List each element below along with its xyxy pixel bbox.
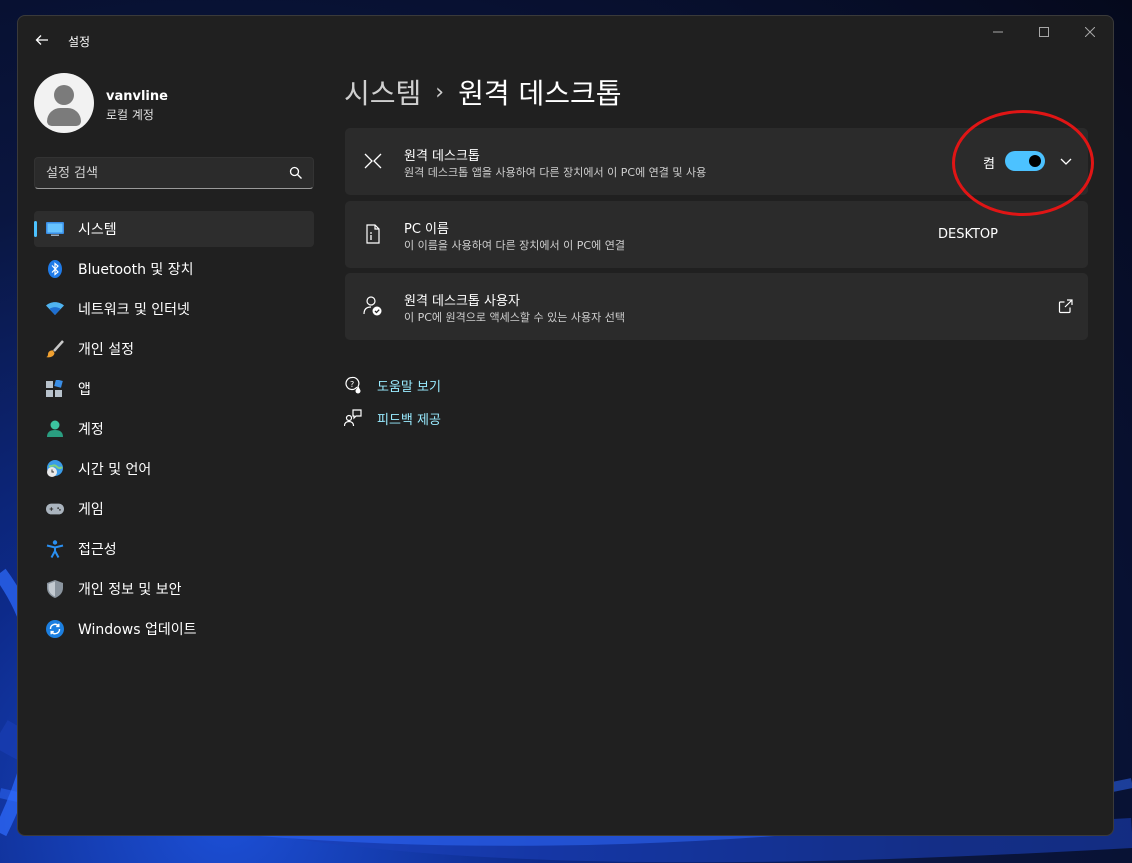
remote-users-description: 이 PC에 원격으로 액세스할 수 있는 사용자 선택 — [404, 311, 625, 324]
sidebar-item-system[interactable]: 시스템 — [34, 211, 314, 247]
maximize-button[interactable] — [1021, 16, 1067, 48]
search-input[interactable] — [35, 158, 313, 188]
feedback-icon — [344, 409, 362, 427]
maximize-icon — [1039, 27, 1049, 37]
toggle-knob — [1029, 155, 1041, 167]
update-icon — [46, 620, 64, 638]
breadcrumb-parent[interactable]: 시스템 — [344, 72, 421, 112]
pc-name-value: DESKTOP — [937, 227, 998, 242]
bluetooth-icon — [46, 260, 64, 278]
sidebar-item-label: 게임 — [78, 502, 104, 518]
shield-icon — [46, 580, 64, 598]
settings-window: 설정 vanvline 로컬 계정 시스템 Bluetooth 및 장치 — [17, 15, 1114, 836]
sidebar-item-accessibility[interactable]: 접근성 — [34, 531, 314, 567]
pc-info-icon — [366, 224, 380, 244]
chevron-down-icon[interactable] — [1056, 151, 1076, 171]
remote-users-title: 원격 데스크톱 사용자 — [404, 294, 520, 309]
feedback-link-label: 피드백 제공 — [377, 412, 441, 428]
sidebar-item-apps[interactable]: 앱 — [34, 371, 314, 407]
sidebar-item-label: 접근성 — [78, 542, 117, 558]
sidebar-item-bluetooth[interactable]: Bluetooth 및 장치 — [34, 251, 314, 287]
sidebar-item-personalization[interactable]: 개인 설정 — [34, 331, 314, 367]
close-icon — [1085, 27, 1095, 37]
remote-desktop-description: 원격 데스크톱 앱을 사용하여 다른 장치에서 이 PC에 연결 및 사용 — [404, 166, 707, 179]
sidebar-item-label: 앱 — [78, 382, 91, 398]
help-icon: ? — [345, 376, 361, 394]
app-title: 설정 — [68, 35, 91, 49]
sidebar-item-network[interactable]: 네트워크 및 인터넷 — [34, 291, 314, 327]
remote-desktop-card[interactable]: 원격 데스크톱 원격 데스크톱 앱을 사용하여 다른 장치에서 이 PC에 연결… — [345, 128, 1088, 195]
help-link-label: 도움말 보기 — [377, 379, 441, 395]
sidebar-item-label: 시스템 — [78, 222, 117, 238]
sidebar-item-label: 시간 및 언어 — [78, 462, 152, 478]
pc-name-card: PC 이름 이 이름을 사용하여 다른 장치에서 이 PC에 연결 DESKTO… — [345, 201, 1088, 268]
sidebar-item-label: 개인 정보 및 보안 — [78, 582, 182, 598]
breadcrumb: 시스템 › 원격 데스크톱 — [344, 72, 622, 112]
arrow-left-icon — [35, 35, 48, 45]
pc-name-title: PC 이름 — [404, 222, 449, 237]
account-icon — [46, 420, 64, 438]
sidebar-item-gaming[interactable]: 게임 — [34, 491, 314, 527]
help-links: ? 도움말 보기 피드백 제공 — [344, 374, 441, 440]
toggle-state-label: 켬 — [983, 157, 995, 172]
avatar — [34, 73, 94, 133]
search-icon[interactable] — [289, 166, 303, 180]
sidebar-item-label: 계정 — [78, 422, 104, 438]
account-type: 로컬 계정 — [106, 108, 154, 122]
sidebar-item-windows-update[interactable]: Windows 업데이트 — [34, 611, 314, 647]
pc-name-description: 이 이름을 사용하여 다른 장치에서 이 PC에 연결 — [404, 239, 625, 252]
close-button[interactable] — [1067, 16, 1113, 48]
remote-desktop-icon — [364, 153, 382, 169]
gamepad-icon — [46, 500, 64, 518]
remote-desktop-title: 원격 데스크톱 — [404, 149, 480, 164]
help-link[interactable]: ? 도움말 보기 — [344, 374, 441, 396]
minimize-button[interactable] — [975, 16, 1021, 48]
back-button[interactable] — [32, 30, 52, 50]
feedback-link[interactable]: 피드백 제공 — [344, 407, 441, 429]
wifi-icon — [46, 300, 64, 318]
accessibility-icon — [46, 540, 64, 558]
external-link-icon[interactable] — [1058, 298, 1074, 314]
globe-clock-icon — [46, 460, 64, 478]
breadcrumb-separator: › — [435, 79, 445, 105]
svg-text:?: ? — [350, 380, 354, 389]
sidebar-nav: 시스템 Bluetooth 및 장치 네트워크 및 인터넷 개인 설정 앱 계정… — [34, 211, 314, 651]
sidebar-item-label: 개인 설정 — [78, 342, 134, 358]
remote-desktop-toggle[interactable] — [1005, 151, 1045, 171]
page-title: 원격 데스크톱 — [458, 77, 622, 110]
sidebar-item-label: 네트워크 및 인터넷 — [78, 302, 190, 318]
monitor-icon — [46, 220, 64, 238]
sidebar-item-label: Windows 업데이트 — [78, 622, 197, 638]
remote-desktop-users-card[interactable]: 원격 데스크톱 사용자 이 PC에 원격으로 액세스할 수 있는 사용자 선택 — [345, 273, 1088, 340]
apps-icon — [46, 380, 64, 398]
sidebar-item-label: Bluetooth 및 장치 — [78, 262, 194, 278]
user-check-icon — [363, 296, 382, 316]
sidebar-item-accounts[interactable]: 계정 — [34, 411, 314, 447]
sidebar-item-privacy-security[interactable]: 개인 정보 및 보안 — [34, 571, 314, 607]
title-bar: 설정 — [18, 16, 1113, 62]
minimize-icon — [993, 31, 1003, 33]
sidebar-item-time-language[interactable]: 시간 및 언어 — [34, 451, 314, 487]
user-name: vanvline — [106, 89, 168, 104]
search-box — [34, 157, 314, 189]
brush-icon — [46, 340, 64, 358]
